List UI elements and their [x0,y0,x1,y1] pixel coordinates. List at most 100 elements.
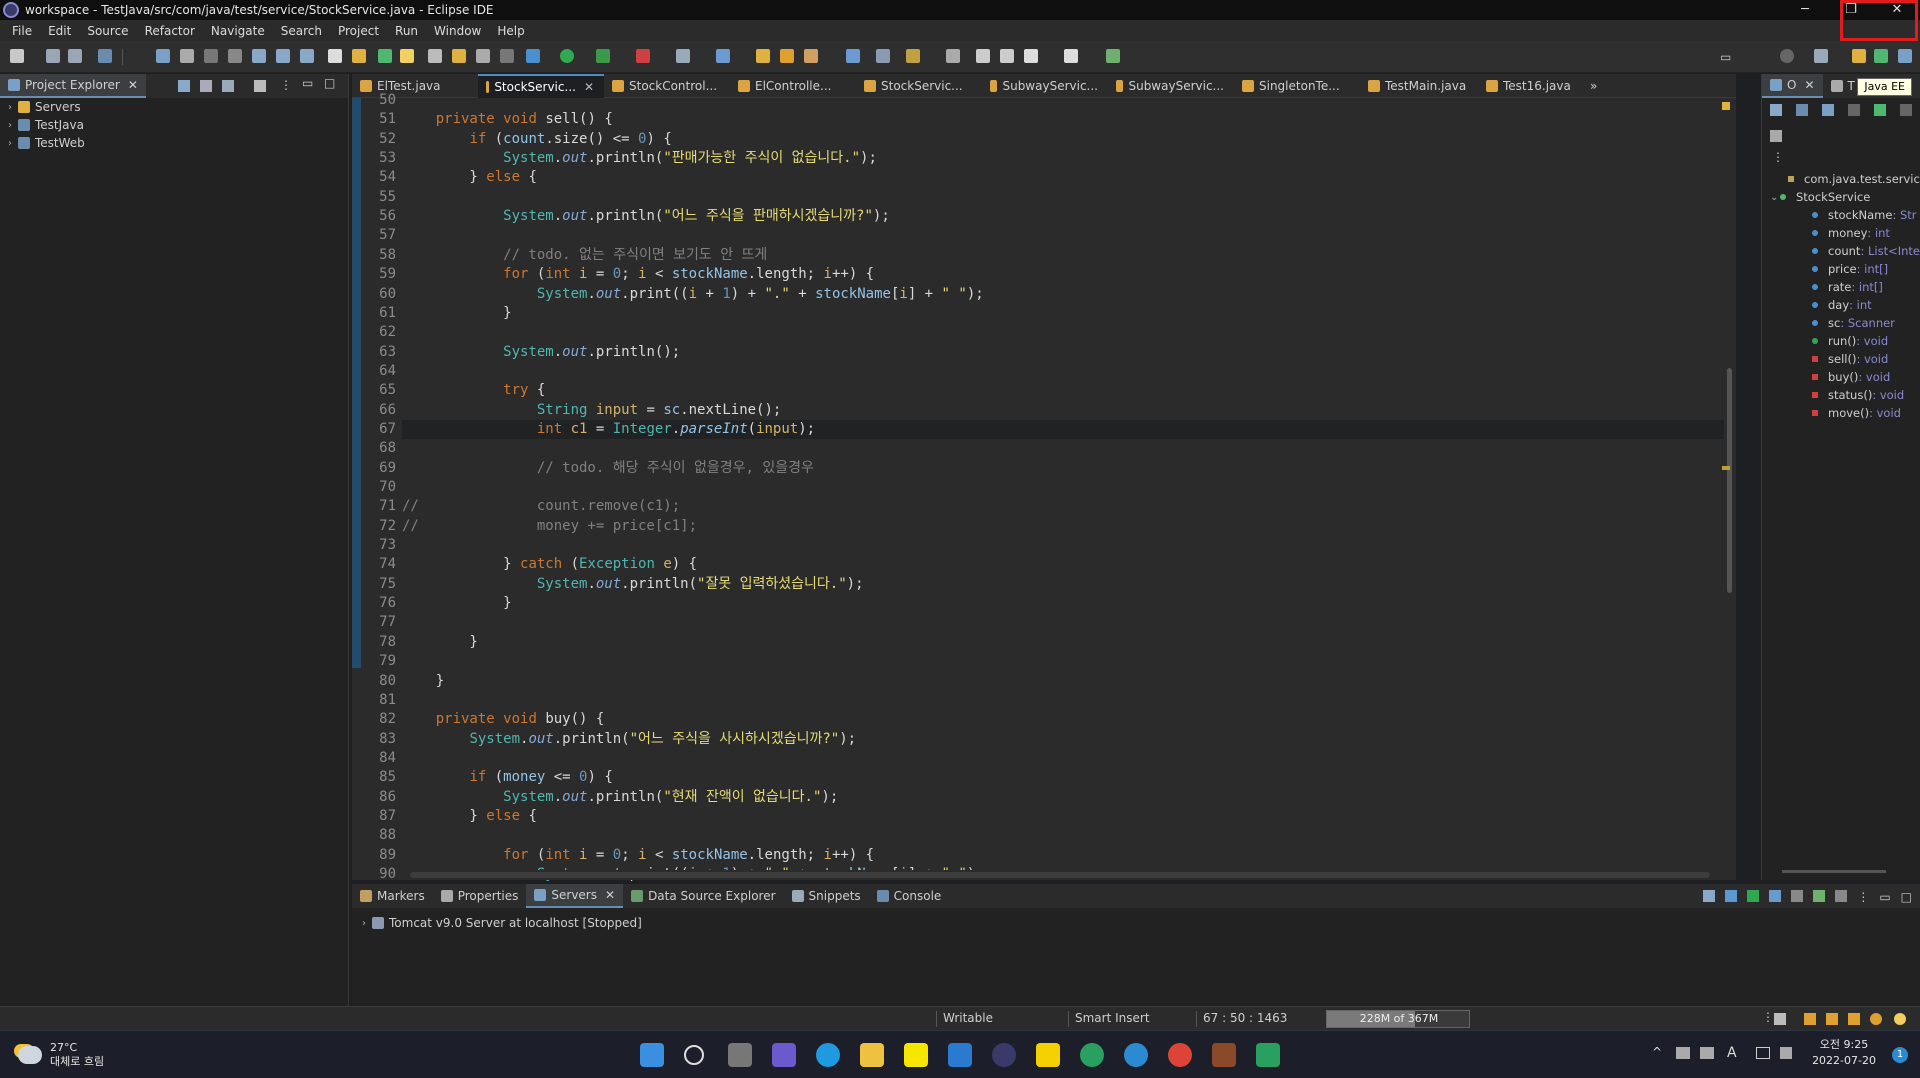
step-into-icon[interactable] [252,49,266,63]
outline-member[interactable]: stockName : Str [1812,206,1917,224]
new-server-icon[interactable] [676,49,690,63]
step-over-icon[interactable] [276,49,290,63]
code-line[interactable]: 79 [379,652,1724,671]
menu-help[interactable]: Help [489,24,532,38]
mark-occurrences-icon[interactable] [400,49,414,63]
menu-source[interactable]: Source [79,24,136,38]
code-line[interactable]: 72 // money += price[c1]; [379,517,1724,536]
outline-member[interactable]: day : int [1812,296,1872,314]
link-editor-icon[interactable] [200,80,212,92]
annotation-icon[interactable] [876,49,890,63]
code-line[interactable]: 57 [379,226,1724,245]
editor-vertical-scrollbar[interactable] [1724,98,1736,870]
code-line[interactable]: 88 [379,826,1724,845]
open-folder-icon[interactable] [756,49,770,63]
code-line[interactable]: 64 [379,362,1724,381]
sticky-notes-icon[interactable] [1036,1043,1060,1067]
weather-widget[interactable]: 27°C 대체로 흐림 [18,1041,104,1069]
minimize-editor-icon[interactable]: ▭ [1720,50,1731,64]
forward-icon[interactable] [1064,49,1078,63]
pencil-icon[interactable] [1848,1013,1860,1025]
git-icon[interactable] [1774,1013,1786,1025]
settings-icon[interactable] [1870,1013,1882,1025]
view-menu-icon[interactable]: ⋮ [1772,150,1784,164]
code-line[interactable]: 53 System.out.println("판매가능한 주식이 없습니다.")… [379,149,1724,168]
view-menu-icon[interactable]: ⋮ [1762,1010,1774,1024]
code-line[interactable]: 52 if (count.size() <= 0) { [379,130,1724,149]
code-line[interactable]: 83 System.out.println("어느 주식을 사시하시겠습니까?"… [379,730,1724,749]
save-all-icon[interactable] [68,49,82,63]
eclipse-taskbar-icon[interactable] [992,1043,1016,1067]
code-line[interactable]: 77 [379,613,1724,632]
chevron-right-icon[interactable]: › [362,918,372,929]
search-globe-icon[interactable] [846,49,860,63]
whitespace-icon[interactable] [476,49,490,63]
tab-console[interactable]: Console [869,884,950,908]
code-line[interactable]: 62 [379,323,1724,342]
notification-badge[interactable]: 1 [1892,1047,1908,1063]
menu-search[interactable]: Search [273,24,330,38]
outline-member[interactable]: price : int[] [1812,260,1888,278]
new-icon[interactable] [10,49,24,63]
minimize-view-icon[interactable]: ▭ [1879,890,1890,904]
terminal-icon[interactable] [98,49,112,63]
tab-servers[interactable]: Servers ✕ [526,884,624,908]
publish-icon[interactable] [1813,890,1826,902]
open-console-icon[interactable] [328,49,342,63]
tab-outline[interactable]: O ✕ [1762,74,1823,98]
back-history-icon[interactable] [976,49,990,63]
collapse-all-icon[interactable] [178,80,190,92]
debug-icon[interactable] [378,49,392,63]
hide-local-types-icon[interactable] [1900,104,1912,116]
outline-member[interactable]: status() : void [1812,386,1904,404]
open-type-icon[interactable] [352,49,366,63]
code-line[interactable]: 69 // todo. 해당 주식이 없을경우, 있을경우 [379,459,1724,478]
debug-run-icon[interactable] [526,49,540,63]
code-line[interactable]: 71 // count.remove(c1); [379,497,1724,516]
debug-server-icon[interactable] [1725,890,1738,902]
forward-history-icon[interactable] [1000,49,1014,63]
tree-item-testweb[interactable]: › TestWeb [0,134,348,152]
code-line[interactable]: 68 [379,439,1724,458]
debug-perspective-icon[interactable] [1898,49,1912,63]
media-app-icon[interactable] [1256,1043,1280,1067]
windows-start-icon[interactable] [640,1043,664,1067]
code-line[interactable]: 58 // todo. 없는 주식이면 보기도 안 뜨게 [379,246,1724,265]
bookmark-icon[interactable] [906,49,920,63]
code-line[interactable]: 89 for (int i = 0; i < stockName.length;… [379,846,1724,865]
chrome-icon[interactable] [1168,1043,1192,1067]
start-server-icon[interactable] [1747,890,1760,902]
outline-member[interactable]: buy() : void [1812,368,1890,386]
code-line[interactable]: 75 System.out.println("잘못 입력하셨습니다."); [379,575,1724,594]
filter-icon[interactable] [222,80,234,92]
code-line[interactable]: 61 } [379,304,1724,323]
code-line[interactable]: 80 } [379,672,1724,691]
coverage-icon[interactable] [596,49,610,63]
vscode-icon[interactable] [948,1043,972,1067]
tree-item-servers[interactable]: › Servers [0,98,348,116]
code-line[interactable]: 67 int c1 = Integer.parseInt(input); [379,419,1724,439]
maximize-view-icon[interactable]: □ [324,76,335,90]
menu-project[interactable]: Project [330,24,387,38]
hide-fields-icon[interactable] [1822,104,1834,116]
sort-icon[interactable] [1796,104,1808,116]
open-perspective-icon[interactable] [1814,49,1828,63]
close-icon[interactable]: ✕ [1804,78,1814,92]
code-line[interactable]: 55 [379,188,1724,207]
file-explorer-icon[interactable] [860,1043,884,1067]
outline-member[interactable]: run() : void [1812,332,1888,350]
tab-properties[interactable]: Properties [433,884,527,908]
tomcat-icon[interactable] [1212,1043,1236,1067]
outline-package[interactable]: com.java.test.servic [1788,170,1920,188]
editor-horizontal-scrollbar[interactable] [402,870,1722,880]
code-line[interactable]: 73 [379,536,1724,555]
hide-static-icon[interactable] [1848,104,1860,116]
task-overview-marker[interactable] [1722,466,1730,470]
java-ee-perspective-icon[interactable] [1852,49,1866,63]
profile-server-icon[interactable] [1769,890,1782,902]
tab-markers[interactable]: Markers [352,884,433,908]
language-indicator[interactable]: A [1727,1045,1737,1061]
code-line[interactable]: 59 for (int i = 0; i < stockName.length;… [379,265,1724,284]
outline-member[interactable]: rate : int[] [1812,278,1883,296]
clock[interactable]: 오전 9:25 2022-07-20 [1812,1037,1876,1069]
